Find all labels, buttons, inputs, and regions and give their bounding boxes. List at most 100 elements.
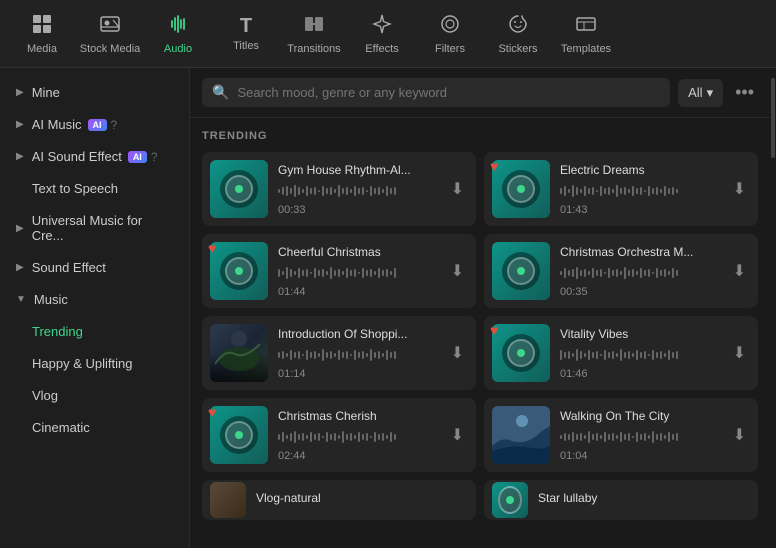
download-christmas-cherish[interactable]: ⬇ — [447, 421, 468, 449]
music-title-gym-house: Gym House Rhythm-Al... — [278, 163, 437, 177]
heart-cheerful: ♥ — [208, 240, 216, 256]
music-duration-gym-house: 00:33 — [278, 204, 437, 216]
chevron-ai-music: ▶ — [16, 119, 24, 130]
waveform-vitality — [560, 345, 719, 365]
music-duration-walking-city: 01:04 — [560, 450, 719, 462]
music-card-cheerful[interactable]: ♥ Cheerful Christmas — [202, 234, 476, 308]
sidebar-universal-label: Universal Music for Cre... — [32, 213, 173, 243]
thumb-inner-gym-house — [220, 170, 258, 208]
top-nav: Media Stock Media Audio T Titles — [0, 0, 776, 68]
search-bar: 🔍 All ▾ ••• — [190, 68, 770, 118]
sidebar-ai-sound-label: AI Sound Effect — [32, 149, 122, 164]
nav-filters[interactable]: Filters — [416, 4, 484, 64]
thumb-inner-electric — [502, 170, 540, 208]
music-title-electric: Electric Dreams — [560, 163, 719, 177]
nav-titles[interactable]: T Titles — [212, 4, 280, 64]
download-christmas-orch[interactable]: ⬇ — [729, 257, 750, 285]
ai-sound-info-icon: ? — [151, 150, 158, 164]
search-input-wrap[interactable]: 🔍 — [202, 78, 670, 107]
music-card-vitality[interactable]: ♥ Vitality Vibes 01:4 — [484, 316, 758, 390]
music-title-vlog-natural: Vlog-natural — [256, 491, 468, 505]
nav-media[interactable]: Media — [8, 4, 76, 64]
sidebar: ▶ Mine ▶ AI Music AI ? ▶ AI Sound Effect… — [0, 68, 190, 548]
ai-music-info-icon: ? — [111, 118, 118, 132]
music-card-intro-shopping[interactable]: Introduction Of Shoppi... 01:14 ⬇ — [202, 316, 476, 390]
sidebar-item-ai-music[interactable]: ▶ AI Music AI ? — [4, 109, 185, 140]
sidebar-item-mine[interactable]: ▶ Mine — [4, 77, 185, 108]
chevron-ai-sound: ▶ — [16, 151, 24, 162]
download-electric[interactable]: ⬇ — [729, 175, 750, 203]
sidebar-trending-label: Trending — [32, 324, 83, 339]
music-duration-cheerful: 01:44 — [278, 286, 437, 298]
heart-vitality: ♥ — [490, 322, 498, 338]
download-gym-house[interactable]: ⬇ — [447, 175, 468, 203]
nav-templates-label: Templates — [561, 43, 611, 55]
nav-media-label: Media — [27, 43, 57, 55]
effects-icon — [371, 13, 393, 39]
filters-icon — [439, 13, 461, 39]
music-card-christmas-orch[interactable]: Christmas Orchestra M... 00:35 ⬇ — [484, 234, 758, 308]
thumb-inner-christmas-cherish — [220, 416, 258, 454]
scroll-track[interactable] — [770, 68, 776, 548]
chevron-music: ▼ — [16, 294, 26, 305]
nav-effects[interactable]: Effects — [348, 4, 416, 64]
search-icon: 🔍 — [212, 84, 229, 101]
sidebar-item-ai-sound[interactable]: ▶ AI Sound Effect AI ? — [4, 141, 185, 172]
music-card-vlog-natural[interactable]: Vlog-natural — [202, 480, 476, 520]
music-title-cheerful: Cheerful Christmas — [278, 245, 437, 259]
sidebar-item-happy-uplifting[interactable]: Happy & Uplifting — [4, 348, 185, 379]
music-info-electric: Electric Dreams 01:43 — [560, 163, 719, 216]
nav-templates[interactable]: Templates — [552, 4, 620, 64]
music-info-christmas-orch: Christmas Orchestra M... 00:35 — [560, 245, 719, 298]
sidebar-item-trending[interactable]: Trending — [4, 316, 185, 347]
sidebar-music-label: Music — [34, 292, 68, 307]
waveform-christmas-cherish — [278, 427, 437, 447]
sidebar-item-sound-effect[interactable]: ▶ Sound Effect — [4, 252, 185, 283]
music-card-walking-city[interactable]: Walking On The City 01:04 ⬇ — [484, 398, 758, 472]
waveform-cheerful — [278, 263, 437, 283]
waveform-christmas-orch — [560, 263, 719, 283]
sidebar-item-cinematic[interactable]: Cinematic — [4, 412, 185, 443]
waveform-walking-city — [560, 427, 719, 447]
sidebar-item-text-to-speech[interactable]: Text to Speech — [4, 173, 185, 204]
music-title-christmas-orch: Christmas Orchestra M... — [560, 245, 719, 259]
heart-christmas-cherish: ♥ — [208, 404, 216, 420]
nav-audio[interactable]: Audio — [144, 4, 212, 64]
filter-dropdown[interactable]: All ▾ — [678, 79, 723, 107]
music-card-star-lullaby[interactable]: Star lullaby — [484, 480, 758, 520]
waveform-electric — [560, 181, 719, 201]
sidebar-item-universal-music[interactable]: ▶ Universal Music for Cre... — [4, 205, 185, 251]
sidebar-happy-label: Happy & Uplifting — [32, 356, 132, 371]
nav-stickers[interactable]: Stickers — [484, 4, 552, 64]
sidebar-cinematic-label: Cinematic — [32, 420, 90, 435]
music-card-electric[interactable]: ♥ Electric Dreams 01: — [484, 152, 758, 226]
thumb-christmas-cherish — [210, 406, 268, 464]
nav-stock-media-label: Stock Media — [80, 43, 141, 55]
thumb-christmas-orch — [492, 242, 550, 300]
music-card-gym-house[interactable]: Gym House Rhythm-Al... 00:33 ⬇ — [202, 152, 476, 226]
waveform-gym-house — [278, 181, 437, 201]
music-title-star-lullaby: Star lullaby — [538, 491, 750, 505]
music-title-christmas-cherish: Christmas Cherish — [278, 409, 437, 423]
stock-media-icon — [99, 13, 121, 39]
music-card-christmas-cherish[interactable]: ♥ Christmas Cherish 0 — [202, 398, 476, 472]
nav-transitions[interactable]: Transitions — [280, 4, 348, 64]
music-info-intro-shopping: Introduction Of Shoppi... 01:14 — [278, 327, 437, 380]
more-button[interactable]: ••• — [731, 78, 758, 107]
download-vitality[interactable]: ⬇ — [729, 339, 750, 367]
nav-audio-label: Audio — [164, 43, 192, 55]
filter-chevron-icon: ▾ — [707, 85, 714, 101]
download-cheerful[interactable]: ⬇ — [447, 257, 468, 285]
chevron-sound-effect: ▶ — [16, 262, 24, 273]
search-input[interactable] — [237, 85, 660, 100]
sidebar-item-vlog[interactable]: Vlog — [4, 380, 185, 411]
download-intro-shopping[interactable]: ⬇ — [447, 339, 468, 367]
heart-electric: ♥ — [490, 158, 498, 174]
chevron-mine: ▶ — [16, 87, 24, 98]
nav-stock-media[interactable]: Stock Media — [76, 4, 144, 64]
music-title-walking-city: Walking On The City — [560, 409, 719, 423]
sidebar-item-music[interactable]: ▼ Music — [4, 284, 185, 315]
download-walking-city[interactable]: ⬇ — [729, 421, 750, 449]
music-info-gym-house: Gym House Rhythm-Al... 00:33 — [278, 163, 437, 216]
nav-filters-label: Filters — [435, 43, 465, 55]
